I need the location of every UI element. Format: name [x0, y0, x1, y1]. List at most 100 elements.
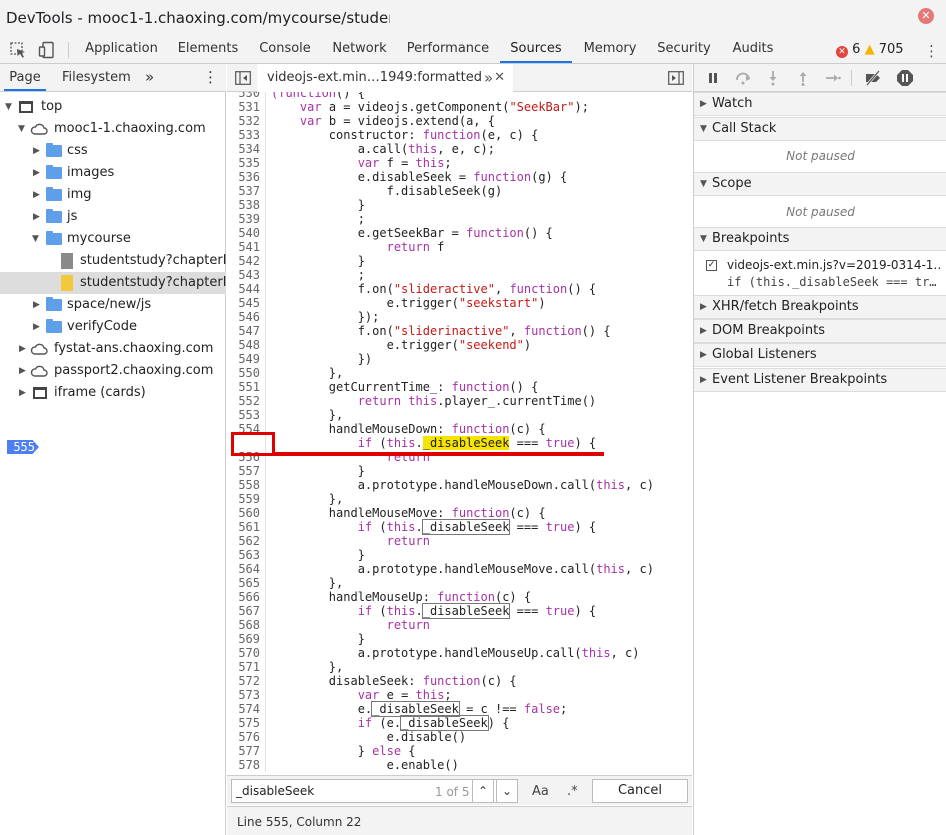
- more-files-chevron-icon[interactable]: »: [484, 69, 493, 87]
- line-number[interactable]: 546: [227, 310, 260, 324]
- tab-elements[interactable]: Elements: [172, 36, 244, 63]
- call-stack-section-header[interactable]: ▼ Call Stack: [694, 117, 946, 141]
- devtools-menu-icon[interactable]: ⋮: [924, 42, 939, 60]
- breakpoint-item[interactable]: ✓ videojs-ext.min.js?v=2019-0314-1… if (…: [694, 255, 946, 293]
- line-number[interactable]: 537: [227, 184, 260, 198]
- match-case-button[interactable]: Aa: [532, 784, 549, 799]
- line-number[interactable]: 570: [227, 646, 260, 660]
- line-number[interactable]: 531: [227, 100, 260, 114]
- line-number[interactable]: 543: [227, 268, 260, 282]
- toggle-debugger-icon[interactable]: [668, 71, 684, 85]
- line-number[interactable]: 541: [227, 240, 260, 254]
- device-toolbar-icon[interactable]: [38, 41, 56, 59]
- tree-item-folder[interactable]: ▶ img: [0, 184, 226, 206]
- tree-item-domain[interactable]: ▼ mooc1-1.chaoxing.com: [0, 118, 226, 140]
- line-number[interactable]: 552: [227, 394, 260, 408]
- step-icon[interactable]: [824, 69, 842, 87]
- step-into-icon[interactable]: [764, 69, 782, 87]
- tree-item-domain[interactable]: ▶ fystat-ans.chaoxing.com: [0, 338, 226, 360]
- line-number[interactable]: 574: [227, 702, 260, 716]
- line-number[interactable]: 566: [227, 590, 260, 604]
- tab-audits[interactable]: Audits: [726, 36, 780, 63]
- pause-on-exceptions-icon[interactable]: [896, 69, 914, 87]
- line-number[interactable]: 535: [227, 156, 260, 170]
- line-number[interactable]: 575: [227, 716, 260, 730]
- tab-memory[interactable]: Memory: [578, 36, 642, 63]
- navigator-menu-icon[interactable]: ⋮: [203, 64, 218, 91]
- line-number[interactable]: 550: [227, 366, 260, 380]
- tab-sources[interactable]: Sources: [500, 36, 572, 63]
- line-number[interactable]: 545: [227, 296, 260, 310]
- xhr-breakpoints-section-header[interactable]: ▶ XHR/fetch Breakpoints: [694, 295, 946, 319]
- line-number[interactable]: 551: [227, 380, 260, 394]
- more-tabs-chevron-icon[interactable]: »: [145, 64, 154, 91]
- line-number[interactable]: 540: [227, 226, 260, 240]
- line-number[interactable]: 544: [227, 282, 260, 296]
- toggle-navigator-icon[interactable]: [235, 71, 251, 85]
- line-number[interactable]: 549: [227, 352, 260, 366]
- close-window-button[interactable]: ✕: [918, 8, 934, 24]
- deactivate-breakpoints-icon[interactable]: [864, 69, 882, 87]
- line-number[interactable]: 534: [227, 142, 260, 156]
- tree-item-folder[interactable]: ▶ space/new/js: [0, 294, 226, 316]
- line-number[interactable]: 578: [227, 758, 260, 772]
- global-listeners-section-header[interactable]: ▶ Global Listeners: [694, 343, 946, 367]
- code-area[interactable]: (function() { var a = videojs.getCompone…: [267, 92, 692, 772]
- line-number[interactable]: 559: [227, 492, 260, 506]
- line-number[interactable]: 542: [227, 254, 260, 268]
- event-listener-breakpoints-section-header[interactable]: ▶ Event Listener Breakpoints: [694, 368, 946, 392]
- tab-application[interactable]: Application: [80, 36, 163, 63]
- line-number[interactable]: 560: [227, 506, 260, 520]
- line-number[interactable]: 536: [227, 170, 260, 184]
- line-number[interactable]: 573: [227, 688, 260, 702]
- line-number[interactable]: 572: [227, 674, 260, 688]
- tab-security[interactable]: Security: [652, 36, 716, 63]
- line-number[interactable]: 568: [227, 618, 260, 632]
- tree-item-folder[interactable]: ▶ images: [0, 162, 226, 184]
- step-over-icon[interactable]: [734, 69, 752, 87]
- line-number[interactable]: 561: [227, 520, 260, 534]
- inspect-element-icon[interactable]: [9, 41, 27, 59]
- watch-section-header[interactable]: ▶ Watch: [694, 92, 946, 116]
- line-number[interactable]: 569: [227, 632, 260, 646]
- tree-item-folder[interactable]: ▼ mycourse: [0, 228, 226, 250]
- scope-section-header[interactable]: ▼ Scope: [694, 172, 946, 196]
- line-number[interactable]: 532: [227, 114, 260, 128]
- line-number[interactable]: 576: [227, 730, 260, 744]
- line-number[interactable]: 565: [227, 576, 260, 590]
- line-number[interactable]: 571: [227, 660, 260, 674]
- breakpoint-marker[interactable]: 555: [7, 440, 39, 454]
- line-number[interactable]: 547: [227, 324, 260, 338]
- tab-console[interactable]: Console: [253, 36, 317, 63]
- regex-button[interactable]: .*: [567, 784, 578, 799]
- cancel-search-button[interactable]: Cancel: [592, 779, 688, 803]
- line-number[interactable]: 553: [227, 408, 260, 422]
- issue-counts[interactable]: ✕ 6 ▲ 705: [836, 42, 904, 58]
- tree-item-folder[interactable]: ▶ verifyCode: [0, 316, 226, 338]
- line-number[interactable]: 557: [227, 464, 260, 478]
- tree-item-folder[interactable]: ▶ css: [0, 140, 226, 162]
- tab-page[interactable]: Page: [4, 64, 46, 91]
- tree-item-file[interactable]: studentstudy?chapterId=: [0, 250, 226, 272]
- line-number[interactable]: 539: [227, 212, 260, 226]
- line-number[interactable]: 548: [227, 338, 260, 352]
- tab-performance[interactable]: Performance: [402, 36, 494, 63]
- line-number[interactable]: 558: [227, 478, 260, 492]
- pause-icon[interactable]: [704, 69, 722, 87]
- tab-network[interactable]: Network: [326, 36, 393, 63]
- tree-item-top[interactable]: ▼ top: [0, 96, 226, 118]
- next-match-button[interactable]: ⌄: [496, 779, 518, 803]
- breakpoint-checkbox[interactable]: ✓: [706, 260, 717, 271]
- line-number[interactable]: 533: [227, 128, 260, 142]
- line-number[interactable]: 577: [227, 744, 260, 758]
- line-number[interactable]: 530: [227, 92, 260, 100]
- step-out-icon[interactable]: [794, 69, 812, 87]
- breakpoints-section-header[interactable]: ▼ Breakpoints: [694, 227, 946, 251]
- line-number[interactable]: 538: [227, 198, 260, 212]
- tree-item-iframe[interactable]: ▶ iframe (cards): [0, 382, 226, 404]
- tab-filesystem[interactable]: Filesystem: [62, 64, 131, 91]
- dom-breakpoints-section-header[interactable]: ▶ DOM Breakpoints: [694, 319, 946, 343]
- line-number[interactable]: 562: [227, 534, 260, 548]
- tree-item-domain[interactable]: ▶ passport2.chaoxing.com: [0, 360, 226, 382]
- line-number[interactable]: 563: [227, 548, 260, 562]
